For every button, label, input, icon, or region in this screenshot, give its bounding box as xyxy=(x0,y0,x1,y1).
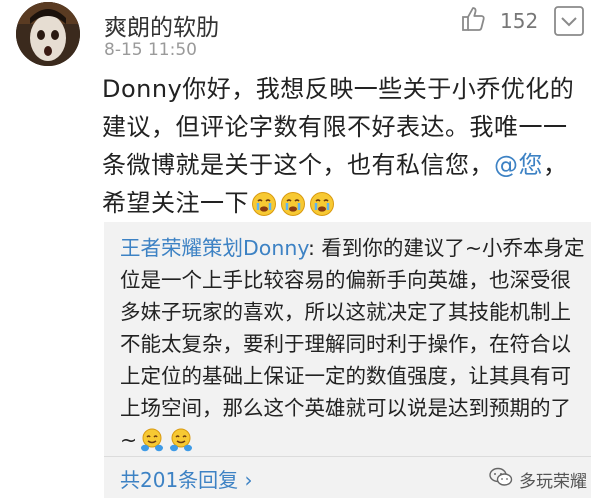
watermark: 多玩荣耀 xyxy=(489,466,587,493)
reply-text: : 看到你的建议了~小乔本身定位是一个上手比较容易的偏新手向英雄，也深受很多妹子… xyxy=(120,236,585,452)
wechat-logo-icon xyxy=(489,466,513,493)
username[interactable]: 爽朗的软肋 xyxy=(104,8,219,42)
like-button[interactable]: 152 xyxy=(460,6,538,36)
chevron-down-icon xyxy=(554,6,584,36)
divider xyxy=(104,456,591,457)
more-options-button[interactable] xyxy=(552,4,586,38)
like-count: 152 xyxy=(500,9,539,33)
avatar[interactable] xyxy=(16,2,80,66)
timestamp: 8-15 11:50 xyxy=(104,40,197,60)
avatar-image xyxy=(16,2,80,66)
reply-box[interactable]: 王者荣耀策划Donny: 看到你的建议了~小乔本身定位是一个上手比较容易的偏新手… xyxy=(104,222,591,498)
thumbs-up-icon xyxy=(460,5,488,37)
reply-author-link[interactable]: 王者荣耀策划Donny xyxy=(120,236,308,260)
view-replies-link[interactable]: 共201条回复 › xyxy=(120,464,253,493)
reply-body: 王者荣耀策划Donny: 看到你的建议了~小乔本身定位是一个上手比较容易的偏新手… xyxy=(120,232,586,462)
comment-body: Donny你好，我想反映一些关于小乔优化的建议，但评论字数有限不好表达。我唯一一… xyxy=(102,70,580,228)
watermark-text: 多玩荣耀 xyxy=(519,472,587,492)
mention-link[interactable]: @您 xyxy=(494,151,543,179)
